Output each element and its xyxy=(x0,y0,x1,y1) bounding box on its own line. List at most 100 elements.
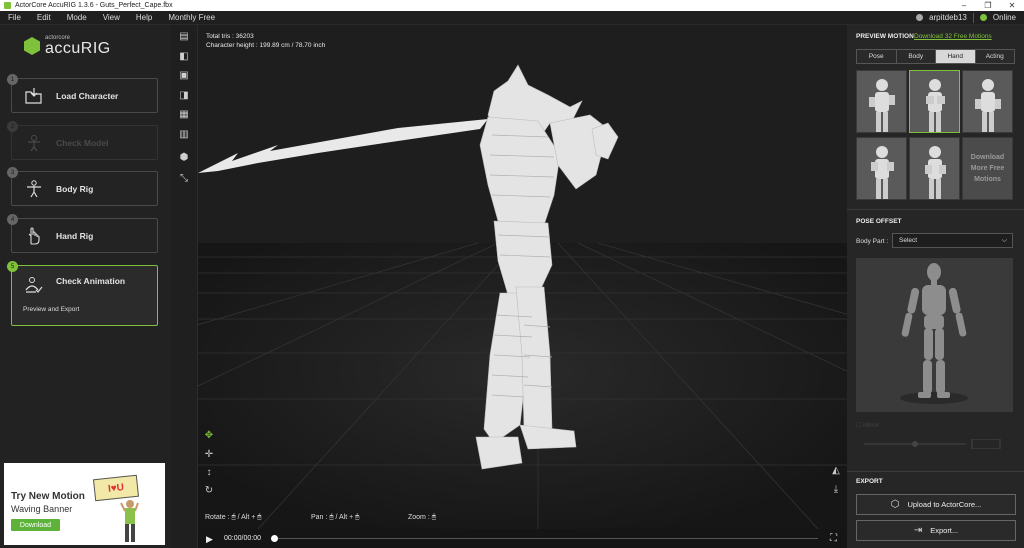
export-button-label: Export... xyxy=(930,526,959,535)
motion-thumbnail[interactable] xyxy=(856,70,907,133)
mouse-icon: 🖱 xyxy=(257,514,262,521)
export-button[interactable]: ⇥ Export... xyxy=(856,520,1016,541)
download-more-motions-tile[interactable]: Download More Free Motions xyxy=(962,137,1013,200)
timeline-knob[interactable] xyxy=(271,535,278,542)
accurig-logo: actorcore accuRIG xyxy=(24,35,111,57)
front-view-icon[interactable]: ▤ xyxy=(177,31,191,43)
step-number: 1 xyxy=(7,74,18,85)
online-status: Online xyxy=(992,13,1016,22)
tab-acting[interactable]: Acting xyxy=(975,50,1014,63)
window-title: ActorCore AccuRIG 1.3.6 - Guts_Perfect_C… xyxy=(15,2,173,9)
promo-banner[interactable]: Try New Motion Waving Banner Download I♥… xyxy=(4,463,165,545)
step-load-character[interactable]: 1 Load Character xyxy=(7,74,158,113)
username[interactable]: arpitdeb13 xyxy=(929,13,967,22)
menu-monthly-free[interactable]: Monthly Free xyxy=(160,13,223,22)
floor-alignment-icon[interactable]: ◭ xyxy=(830,465,842,477)
menu-mode[interactable]: Mode xyxy=(59,13,95,22)
motion-thumbnail[interactable] xyxy=(856,137,907,200)
left-view-icon[interactable]: ◨ xyxy=(177,90,191,102)
window-titlebar: ActorCore AccuRIG 1.3.6 - Guts_Perfect_C… xyxy=(0,0,1024,11)
top-view-icon[interactable]: ▦ xyxy=(177,109,191,121)
step-body-rig[interactable]: 3 Body Rig xyxy=(7,167,158,206)
menu-view[interactable]: View xyxy=(95,13,128,22)
viewport-scene xyxy=(198,25,847,529)
animation-check-icon xyxy=(24,276,44,294)
timeline-track[interactable] xyxy=(273,538,818,539)
step-check-animation[interactable]: 5 Check Animation Preview and Export xyxy=(7,261,158,326)
cube-view-icon[interactable]: ⬢ xyxy=(177,152,191,164)
body-part-select[interactable]: Select ⌵ xyxy=(892,233,1013,248)
menu-file[interactable]: File xyxy=(0,13,29,22)
body-part-label: Body Part : xyxy=(856,238,889,245)
tab-pose[interactable]: Pose xyxy=(857,50,897,63)
motion-panel: PREVIEW MOTION Download 32 Free Motions … xyxy=(847,25,1024,548)
mouse-icon: 🖱 xyxy=(231,514,236,521)
character-height: Character height : 199.89 cm / 78.70 inc… xyxy=(206,42,326,49)
step-number: 3 xyxy=(7,167,18,178)
menu-help[interactable]: Help xyxy=(128,13,160,22)
motion-thumbnail[interactable] xyxy=(909,137,960,200)
download-free-motions-link[interactable]: Download 32 Free Motions xyxy=(914,33,992,40)
zoom-hint: Zoom : 🖱 xyxy=(408,514,436,521)
rotate-gizmo-icon[interactable]: ✥ xyxy=(203,430,215,442)
step-number: 2 xyxy=(7,121,18,132)
pan-hint: Pan : 🖱 / Alt + 🖱 xyxy=(311,514,360,521)
3d-viewport[interactable]: Total tris : 36203 Character height : 19… xyxy=(198,25,847,529)
menu-bar: File Edit Mode View Help Monthly Free ar… xyxy=(0,11,1024,25)
move-icon[interactable]: ✛ xyxy=(203,449,215,461)
pose-offset-heading: POSE OFFSET xyxy=(856,218,902,225)
export-heading: EXPORT xyxy=(856,478,883,485)
playback-time: 00:00/00:00 xyxy=(224,535,261,542)
step-label: Body Rig xyxy=(56,183,94,194)
fullscreen-icon[interactable]: ⛶ xyxy=(830,533,837,544)
motion-thumbnail-selected[interactable] xyxy=(909,70,960,133)
hand-rig-icon xyxy=(24,226,44,245)
step-label: Load Character xyxy=(56,90,119,101)
drop-to-floor-icon[interactable]: ⤓ xyxy=(830,484,842,496)
export-icon: ⇥ xyxy=(913,525,923,536)
step-label: Hand Rig xyxy=(56,230,94,241)
body-part-preview[interactable] xyxy=(856,258,1013,412)
mouse-icon: 🖱 xyxy=(329,514,334,521)
playback-bar: ▶ 00:00/00:00 ⛶ xyxy=(198,529,847,548)
preview-motion-heading: PREVIEW MOTION xyxy=(856,33,914,40)
close-button[interactable]: ✕ xyxy=(1000,1,1024,10)
view-tool-strip: ▤ ◧ ▣ ◨ ▦ ▥ ⬢ ⤡ xyxy=(171,25,198,548)
banner-subtitle: Waving Banner xyxy=(11,504,73,514)
maximize-button[interactable]: ❐ xyxy=(976,1,1000,10)
folder-import-icon xyxy=(24,87,44,105)
vertical-move-icon[interactable]: ↕ xyxy=(203,467,215,479)
body-part-value: Select xyxy=(899,237,918,244)
tab-hand[interactable]: Hand xyxy=(936,50,976,63)
rotate-hint: Rotate : 🖱 / Alt + 🖱 xyxy=(205,514,262,521)
reset-view-icon[interactable]: ↻ xyxy=(203,485,215,497)
bone-tool-icon[interactable]: ⤡ xyxy=(177,173,191,185)
banner-download-button[interactable]: Download xyxy=(11,519,60,531)
offset-slider xyxy=(856,438,1016,451)
step-hand-rig[interactable]: 4 Hand Rig xyxy=(7,214,158,253)
upload-to-actorcore-button[interactable]: ⬡ Upload to ActorCore... xyxy=(856,494,1016,515)
minimize-button[interactable]: – xyxy=(952,1,976,10)
motion-tabs: Pose Body Hand Acting xyxy=(856,49,1015,64)
back-view-icon[interactable]: ▣ xyxy=(177,70,191,82)
banner-sign: I♥U xyxy=(92,474,140,502)
step-label: Check Animation xyxy=(56,276,126,286)
play-icon[interactable]: ▶ xyxy=(206,534,216,544)
menu-edit[interactable]: Edit xyxy=(29,13,59,22)
banner-title: Try New Motion xyxy=(11,491,85,502)
online-status-icon xyxy=(979,14,987,21)
section-divider xyxy=(847,209,1024,210)
perspective-view-icon[interactable]: ▥ xyxy=(177,129,191,141)
motion-thumbnail[interactable] xyxy=(962,70,1013,133)
tab-body[interactable]: Body xyxy=(896,50,936,63)
model-info: Total tris : 36203 Character height : 19… xyxy=(206,32,325,50)
banner-figure-icon xyxy=(120,500,139,542)
app-logo-icon xyxy=(4,2,11,9)
mirror-label: Mirror xyxy=(863,423,879,429)
step-number: 5 xyxy=(7,261,18,272)
workflow-panel: actorcore accuRIG 1 Load Character 2 Che… xyxy=(0,25,171,548)
logo-hex-icon xyxy=(24,37,40,55)
model-check-icon xyxy=(24,134,44,152)
step-check-model: 2 Check Model xyxy=(7,121,158,160)
side-view-icon[interactable]: ◧ xyxy=(177,51,191,63)
